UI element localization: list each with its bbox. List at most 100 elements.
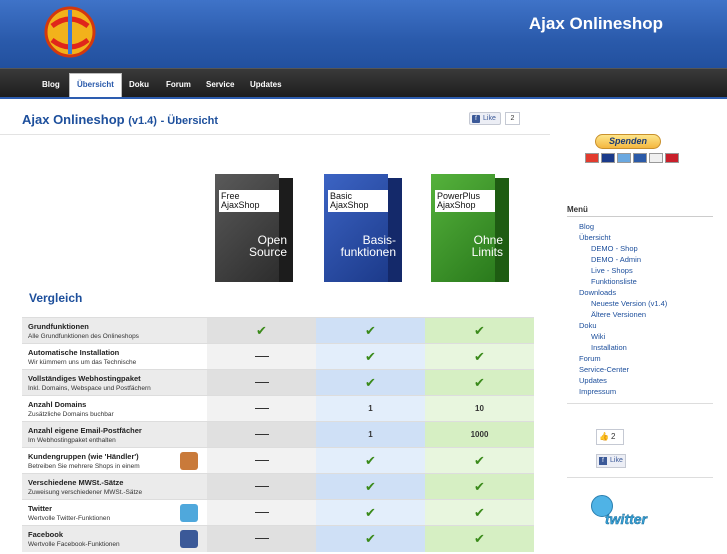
nav-blog[interactable]: Blog (35, 75, 67, 99)
value-cell-free (207, 422, 316, 448)
value-basic: ✔ (316, 474, 425, 500)
product-box-basic[interactable]: Basic AjaxShop Basis- funktionen (324, 174, 402, 282)
check-icon: ✔ (474, 323, 485, 338)
check-icon: ✔ (474, 505, 485, 520)
feature-name: Twitter (28, 504, 53, 513)
feature-description: Alle Grundfunktionen des Onlineshops (28, 333, 139, 340)
value-cell-power: ✔ (425, 318, 534, 344)
facebook-like-count-box: 👍 2 (596, 429, 624, 445)
product-powerplus-line2: AjaxShop (437, 200, 476, 210)
giropay-icon (649, 153, 663, 163)
value-power: ✔ (425, 318, 534, 344)
donate-button[interactable]: Spenden (595, 134, 661, 149)
table-row: Kundengruppen (wie 'Händler') Betreiben S… (22, 447, 534, 474)
dash-icon (254, 538, 269, 540)
value-cell-free (207, 344, 316, 370)
sidebar-menu-item[interactable]: Übersicht (579, 232, 667, 243)
value-cell-power: ✔ (425, 474, 534, 500)
sidebar-menu-item[interactable]: Wiki (579, 331, 667, 342)
value-cell-free: ✔ (207, 318, 316, 344)
product-box-free[interactable]: Free AjaxShop Open Source (215, 174, 293, 282)
feature-cell: Anzahl Domains Zusätzliche Domains buchba… (22, 396, 207, 422)
visa-icon (601, 153, 615, 163)
bank-icon (633, 153, 647, 163)
feature-description: Im Webhostingpaket enthalten (28, 437, 116, 444)
value-cell-free (207, 474, 316, 500)
twitter-wordmark: twitter (605, 511, 648, 528)
nav-doku[interactable]: Doku (122, 75, 156, 99)
value-cell-power: ✔ (425, 526, 534, 552)
nav-uebersicht[interactable]: Übersicht (69, 73, 122, 99)
product-free-tagline-2: Source (248, 245, 287, 259)
title-divider (0, 134, 550, 135)
comparison-heading: Vergleich (29, 291, 83, 305)
sidebar-menu-item[interactable]: Downloads (579, 287, 667, 298)
value-power: 1000 (470, 430, 489, 439)
facebook-like-count: 2 (505, 112, 520, 125)
feature-cell: Facebook Wertvolle Facebook-Funktionen (22, 526, 207, 552)
check-icon: ✔ (474, 375, 485, 390)
check-icon: ✔ (474, 531, 485, 546)
sidebar-menu-item[interactable]: Forum (579, 353, 667, 364)
check-icon: ✔ (365, 505, 376, 520)
check-icon: ✔ (365, 323, 376, 338)
facebook-like-button[interactable]: f Like (469, 112, 501, 125)
product-box-header: Basic AjaxShop (328, 190, 388, 212)
sidebar-menu-item[interactable]: DEMO - Admin (579, 254, 667, 265)
twitter-badge[interactable]: twitter (585, 489, 675, 537)
nav-updates[interactable]: Updates (243, 75, 289, 99)
dash-icon (254, 486, 269, 488)
sidebar-menu-item[interactable]: Neueste Version (v1.4) (579, 298, 667, 309)
value-power: ✔ (425, 370, 534, 396)
feature-name: Kundengruppen (wie 'Händler') (28, 452, 139, 461)
feature-name: Anzahl eigene Email-Postfächer (28, 426, 142, 435)
table-row: Facebook Wertvolle Facebook-Funktionen ✔ ✔ (22, 525, 534, 552)
site-header: Ajax Onlineshop (0, 0, 727, 68)
feature-name: Vollständiges Webhostingpaket (28, 374, 141, 383)
sidebar-like-count: 2 (611, 432, 616, 441)
check-icon: ✔ (365, 479, 376, 494)
product-basic-tagline: Basis- funktionen (341, 234, 396, 258)
value-cell-basic: ✔ (316, 448, 425, 474)
sidebar-menu-item[interactable]: DEMO - Shop (579, 243, 667, 254)
value-power: 10 (475, 404, 484, 413)
value-cell-basic: ✔ (316, 344, 425, 370)
facebook-icon: f (599, 457, 607, 465)
value-cell-basic: ✔ (316, 526, 425, 552)
sidebar-menu-item[interactable]: Funktionsliste (579, 276, 667, 287)
value-cell-free (207, 500, 316, 526)
sidebar-menu-item[interactable]: Installation (579, 342, 667, 353)
sidebar-menu-item[interactable]: Live - Shops (579, 265, 667, 276)
feature-cell: Automatische Installation Wir kümmern uns… (22, 344, 207, 370)
product-free-tagline: Open Source (249, 234, 287, 258)
sidebar-menu-item[interactable]: Service-Center (579, 364, 667, 375)
sidebar-menu-item[interactable]: Updates (579, 375, 667, 386)
menu-title: Menü (567, 205, 588, 214)
logo-icon[interactable] (42, 4, 98, 60)
value-cell-basic: ✔ (316, 370, 425, 396)
nav-service[interactable]: Service (199, 75, 241, 99)
thumbs-up-icon: 👍 (599, 432, 609, 441)
nav-forum[interactable]: Forum (159, 75, 198, 99)
check-icon: ✔ (474, 349, 485, 364)
value-cell-free (207, 448, 316, 474)
value-power: ✔ (425, 344, 534, 370)
value-free (207, 422, 316, 448)
sidebar-facebook-like-button[interactable]: f Like (596, 454, 626, 468)
feature-cell: Vollständiges Webhostingpaket Inkl. Domai… (22, 370, 207, 396)
value-basic: ✔ (316, 526, 425, 552)
feature-name: Facebook (28, 530, 64, 539)
check-icon: ✔ (365, 453, 376, 468)
feature-description: Zusätzliche Domains buchbar (28, 411, 114, 418)
product-box-powerplus[interactable]: PowerPlus AjaxShop Ohne Limits (431, 174, 509, 282)
product-basic-tagline-2: funktionen (340, 245, 396, 259)
sidebar-menu-item[interactable]: Blog (579, 221, 667, 232)
sidebar-like-label: Like (610, 457, 623, 464)
check-icon: ✔ (256, 323, 267, 338)
facebook-icon: f (472, 115, 480, 123)
value-basic: ✔ (316, 448, 425, 474)
facebook-icon (180, 530, 198, 548)
sidebar-menu-item[interactable]: Doku (579, 320, 667, 331)
sidebar-menu-item[interactable]: Ältere Versionen (579, 309, 667, 320)
sidebar-menu-item[interactable]: Impressum (579, 386, 667, 397)
